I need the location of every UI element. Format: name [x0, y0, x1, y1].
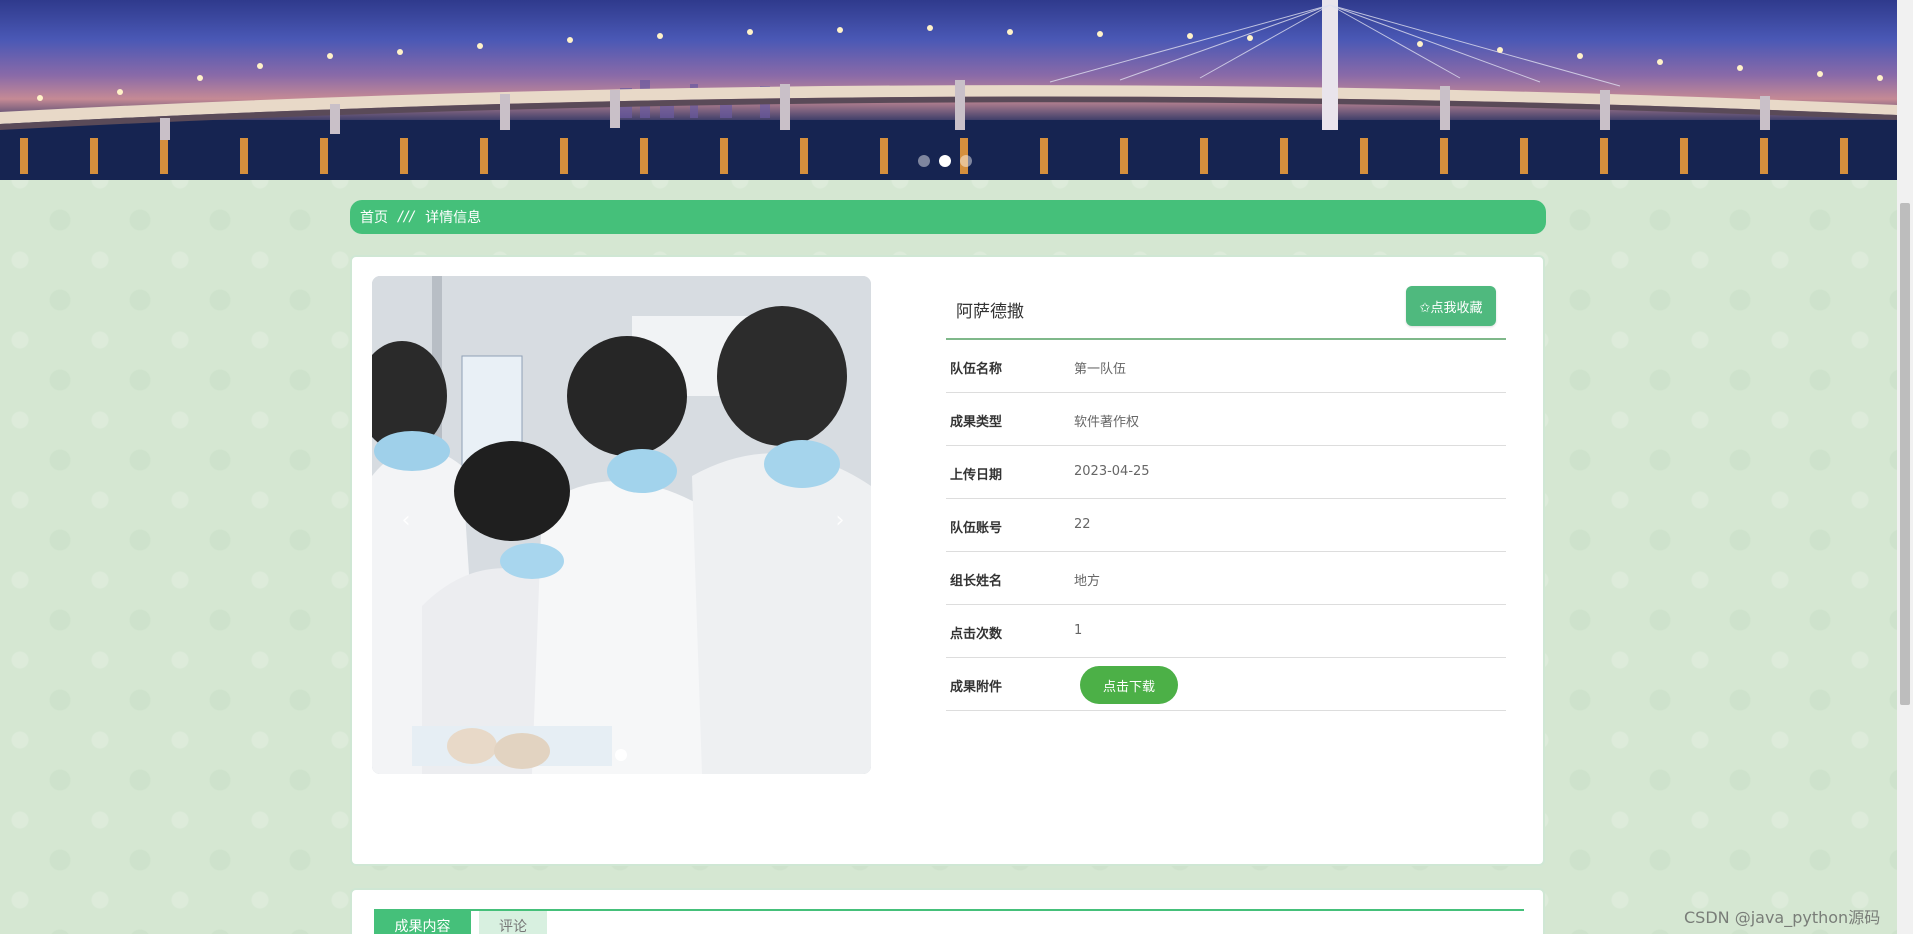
breadcrumb: 首页 /// 详情信息: [350, 200, 1546, 234]
detail-card: ‹ › 阿萨德撒 ✩点我收藏 队伍名称 第一队伍 成果类型 软件著作权 上传日期…: [350, 255, 1545, 866]
info-label: 上传日期: [950, 468, 1003, 483]
banner-image: [0, 0, 1897, 180]
tabs-card: 成果内容 评论: [350, 888, 1545, 934]
download-button[interactable]: 点击下载: [1080, 666, 1178, 704]
info-row-result-type: 成果类型 软件著作权: [946, 393, 1506, 446]
info-value: 第一队伍: [1074, 362, 1127, 377]
info-row-team-account: 队伍账号 22: [946, 499, 1506, 552]
banner-pagination: [918, 155, 972, 167]
info-value: 软件著作权: [1074, 415, 1140, 430]
page-scrollbar[interactable]: [1897, 0, 1913, 934]
info-panel: 阿萨德撒 ✩点我收藏 队伍名称 第一队伍 成果类型 软件著作权 上传日期 202…: [946, 275, 1506, 711]
info-value: 22: [1074, 517, 1091, 532]
watermark: CSDN @java_python源码: [1684, 908, 1881, 927]
info-row-team-name: 队伍名称 第一队伍: [946, 340, 1506, 393]
carousel-prev-icon[interactable]: ‹: [394, 508, 418, 538]
info-label: 组长姓名: [950, 574, 1003, 589]
item-title: 阿萨德撒: [956, 302, 1024, 322]
info-label: 成果类型: [950, 415, 1003, 430]
banner-dot[interactable]: [960, 155, 972, 167]
favorite-button[interactable]: ✩点我收藏: [1406, 286, 1496, 326]
info-value: 2023-04-25: [1074, 464, 1150, 479]
info-row-leader-name: 组长姓名 地方: [946, 552, 1506, 605]
banner-carousel[interactable]: [0, 0, 1897, 180]
breadcrumb-current: 详情信息: [425, 210, 482, 226]
info-label: 队伍名称: [950, 362, 1003, 377]
breadcrumb-home-link[interactable]: 首页: [360, 207, 388, 227]
scrollbar-thumb[interactable]: [1900, 203, 1910, 705]
info-label: 点击次数: [950, 627, 1003, 642]
info-row-attachment: 成果附件 点击下载: [946, 658, 1506, 711]
info-label: 成果附件: [950, 680, 1003, 695]
banner-dot[interactable]: [918, 155, 930, 167]
banner-dot-active[interactable]: [939, 155, 951, 167]
info-row-upload-date: 上传日期 2023-04-25: [946, 446, 1506, 499]
breadcrumb-separator: ///: [398, 209, 416, 225]
image-carousel[interactable]: ‹ ›: [372, 276, 871, 774]
info-header: 阿萨德撒 ✩点我收藏: [946, 275, 1506, 340]
info-label: 队伍账号: [950, 521, 1003, 536]
tab-result-content[interactable]: 成果内容: [374, 911, 471, 934]
tab-comments[interactable]: 评论: [479, 911, 547, 934]
info-row-click-count: 点击次数 1: [946, 605, 1506, 658]
info-value: 地方: [1074, 574, 1101, 589]
carousel-next-icon[interactable]: ›: [828, 508, 852, 538]
lab-photo: [372, 276, 871, 774]
info-value: 1: [1074, 623, 1083, 638]
carousel-dot-active[interactable]: [615, 749, 627, 761]
